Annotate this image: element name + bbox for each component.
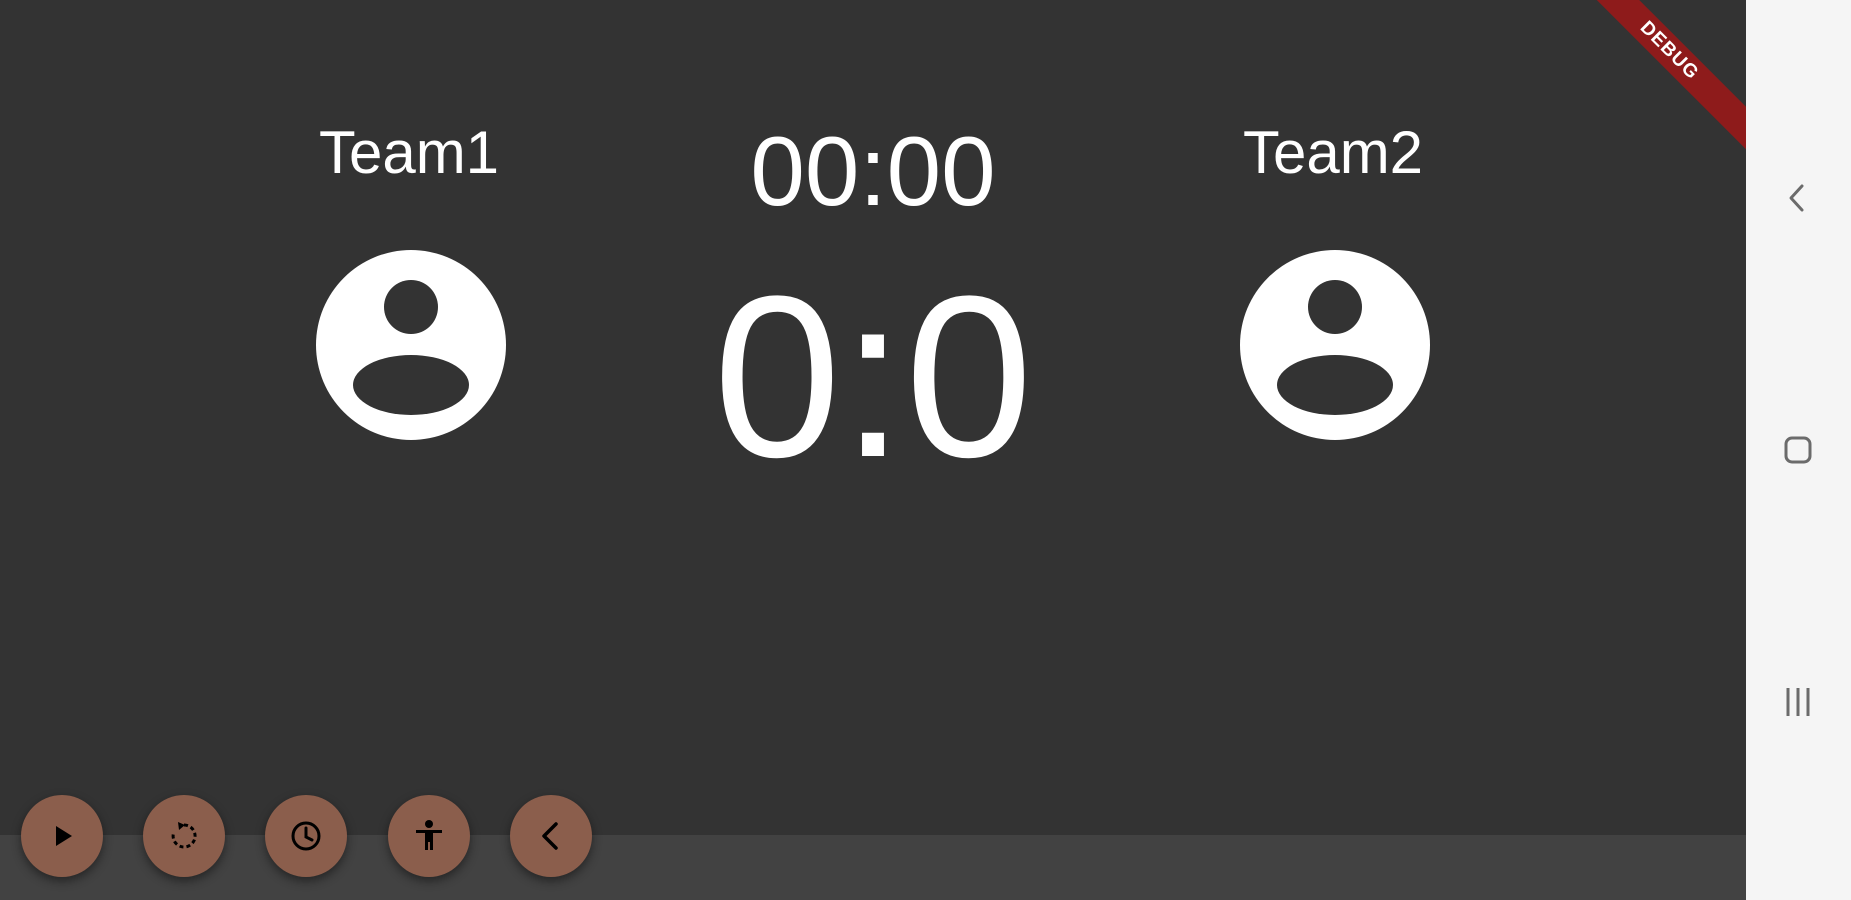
team1-avatar-icon[interactable] (316, 250, 506, 440)
nav-recents-button[interactable] (1768, 672, 1828, 732)
team2-avatar-icon[interactable] (1240, 250, 1430, 440)
nav-home-icon (1784, 436, 1812, 464)
accessibility-icon (416, 820, 442, 850)
nav-back-icon (1789, 184, 1804, 212)
match-timer: 00:00 (750, 116, 996, 226)
nav-recents-icon (1786, 688, 1810, 716)
scoreboard-screen: Team1 00:00 0:0 Team2 DEBUG (0, 0, 1746, 900)
back-button[interactable] (510, 795, 592, 877)
reset-button[interactable] (143, 795, 225, 877)
chevron-left-icon (542, 822, 558, 850)
match-score: 0:0 (713, 248, 1033, 505)
team1-name: Team1 (318, 119, 500, 186)
team2-name: Team2 (1242, 119, 1424, 186)
nav-back-button[interactable] (1768, 168, 1828, 228)
nav-home-button[interactable] (1768, 420, 1828, 480)
play-button[interactable] (21, 795, 103, 877)
debug-banner: DEBUG (1570, 0, 1746, 150)
play-icon (56, 826, 72, 846)
accessibility-button[interactable] (388, 795, 470, 877)
bottom-bar (0, 835, 1746, 900)
timer-button[interactable] (265, 795, 347, 877)
clock-icon (291, 821, 321, 851)
reset-icon (171, 822, 197, 849)
system-nav-bar (1746, 0, 1851, 900)
